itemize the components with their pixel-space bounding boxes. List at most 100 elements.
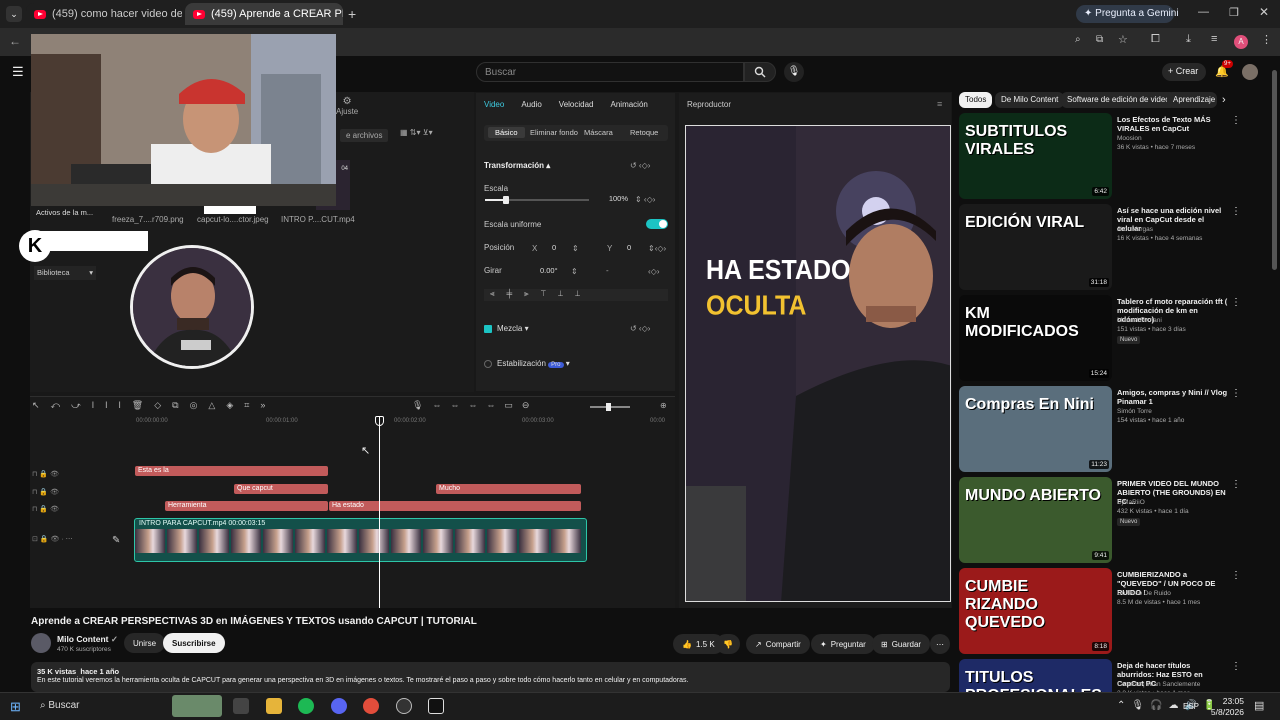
video-channel[interactable]: Moosion (1117, 135, 1142, 142)
rotate-flip-icon[interactable]: - (606, 266, 609, 275)
track-controls[interactable]: ⊓ 🔒 👁 ⊓ 🔒 👁 ⊓ 🔒 👁 (32, 466, 59, 519)
ask-button[interactable]: ✦ Preguntar (811, 634, 875, 654)
create-button[interactable]: + Crear (1162, 63, 1206, 81)
file-explorer-icon[interactable] (266, 698, 282, 714)
subtab-basic[interactable]: Básico (488, 127, 525, 138)
video-channel[interactable]: Conecto | Juan Sanclemente (1117, 681, 1200, 688)
video-thumbnail[interactable]: CUMBIE RIZANDO QUEVEDO 8:18 (959, 568, 1112, 654)
install-icon[interactable]: ⧉ (1096, 34, 1103, 45)
video-title[interactable]: Amigos, compras y Nini // Vlog Pinamar 1 (1117, 388, 1229, 406)
timeline-toolbar[interactable]: ↖⤺⤻ǀǀǀ🗑◇⧉◎△◈⌗» (32, 400, 276, 411)
player-menu-icon[interactable]: ≡ (937, 99, 942, 109)
recommended-video[interactable]: CUMBIE RIZANDO QUEVEDO 8:18 CUMBIERIZANDO … (959, 568, 1269, 654)
video-channel[interactable]: Jhon Vargas (1117, 226, 1153, 233)
align-buttons[interactable]: ⫷╪⫸⊤⊥⊥ (484, 289, 668, 301)
browser-menu-icon[interactable]: ⋮ (1261, 33, 1272, 46)
import-label[interactable]: e archivos (340, 129, 389, 142)
hamburger-menu-icon[interactable]: ☰ (12, 64, 24, 80)
zoom-slider[interactable] (590, 403, 630, 411)
video-title[interactable]: Los Efectos de Texto MÁS VIRALES en CapC… (1117, 115, 1229, 133)
save-button[interactable]: ⊞ Guardar (872, 634, 931, 654)
taskbar-weather-icon[interactable] (172, 695, 222, 717)
main-video-clip[interactable]: INTRO PARA CAPCUT.mp4 00:00:03:15 (134, 518, 587, 562)
video-channel[interactable]: Un Poco De Ruido (1117, 590, 1171, 597)
recommended-video[interactable]: MUNDO ABIERTO 9:41 PRIMER VIDEO DEL MUNDO … (959, 477, 1269, 563)
browser-tab[interactable]: (459) como hacer video de pers ✕ (26, 3, 182, 25)
main-track-controls[interactable]: ⊡ 🔒 👁 · ⋯ (32, 535, 73, 543)
pos-x-field[interactable]: 0 (552, 243, 556, 252)
video-menu-icon[interactable]: ⋮ (1231, 206, 1241, 217)
edit-cover-icon[interactable]: ✎ (112, 535, 120, 546)
recommended-video[interactable]: EDICIÓN VIRAL 31:18 Así se hace una edició… (959, 204, 1269, 290)
join-button[interactable]: Unirse (124, 633, 166, 653)
recommended-video[interactable]: SUBTITULOS VIRALES 6:42 Los Efectos de Tex… (959, 113, 1269, 199)
video-thumbnail[interactable]: SUBTITULOS VIRALES 6:42 (959, 113, 1112, 199)
blend-checkbox[interactable] (484, 325, 492, 333)
chip-software[interactable]: Software de edición de video (1061, 92, 1176, 108)
channel-avatar[interactable] (31, 633, 51, 653)
new-tab-button[interactable]: + (348, 6, 356, 22)
playhead[interactable] (375, 416, 384, 608)
video-menu-icon[interactable]: ⋮ (1231, 661, 1241, 672)
scale-slider-track[interactable] (485, 196, 589, 204)
search-button[interactable] (744, 62, 776, 82)
maximize-button[interactable]: ❐ (1229, 6, 1239, 19)
rotate-stepper-icon[interactable]: ⇕ (571, 267, 578, 276)
notification-center-icon[interactable]: ▤ (1254, 699, 1264, 712)
zoom-icon[interactable]: ⌕ (1075, 34, 1081, 45)
reset-keyframe-icons[interactable]: ↺ ‹◇› (630, 161, 650, 170)
clock[interactable]: 23:05 5/8/2026 (1204, 696, 1244, 718)
text-clip[interactable]: Mucho (436, 484, 581, 494)
stabilize-checkbox[interactable] (484, 360, 492, 368)
search-input[interactable]: Buscar (476, 62, 744, 82)
zoom-slider-handle[interactable] (606, 403, 611, 411)
dislike-button[interactable]: 👎 (716, 634, 740, 654)
chip-channel[interactable]: De Milo Content (995, 92, 1065, 108)
close-window-button[interactable]: ✕ (1259, 5, 1269, 19)
video-thumbnail[interactable]: MUNDO ABIERTO 9:41 (959, 477, 1112, 563)
adjust-tab[interactable]: ⚙ Ajuste (336, 96, 358, 116)
video-channel[interactable]: DjMaRiiO (1117, 499, 1145, 506)
transform-heading[interactable]: Transformación ▴ (484, 161, 550, 170)
video-menu-icon[interactable]: ⋮ (1231, 570, 1241, 581)
profile-avatar[interactable]: A (1234, 35, 1248, 49)
video-menu-icon[interactable]: ⋮ (1231, 388, 1241, 399)
account-avatar[interactable] (1242, 64, 1258, 80)
chrome-icon[interactable] (363, 698, 379, 714)
bookmark-star-icon[interactable]: ☆ (1118, 33, 1128, 46)
video-thumbnail[interactable]: KM MODIFICADOS 15:24 (959, 295, 1112, 381)
tab-speed[interactable]: Velocidad (559, 100, 594, 109)
gemini-button[interactable]: ✦ Pregunta a Gemini (1076, 5, 1179, 23)
video-channel[interactable]: Manuel Firmani (1117, 317, 1162, 324)
back-icon[interactable]: ← (9, 34, 21, 48)
pos-y-field[interactable]: 0 (627, 243, 631, 252)
spotify-icon[interactable] (298, 698, 314, 714)
tab-audio[interactable]: Audio (521, 100, 541, 109)
minimize-button[interactable]: — (1198, 6, 1209, 18)
video-thumbnail[interactable]: TITULOS PROFESIONALES (959, 659, 1112, 692)
player-video[interactable]: HA ESTADO OCULTA (685, 125, 951, 602)
subtab-remove-bg[interactable]: Eliminar fondo (530, 128, 578, 137)
extensions-icon[interactable]: ⧠ (1151, 33, 1160, 46)
rotate-keyframe-icon[interactable]: ‹◇› (648, 267, 659, 276)
sidebar-title[interactable]: Activos de la m... (36, 208, 93, 217)
start-button-icon[interactable]: ⊞ (10, 699, 21, 715)
text-clip[interactable]: Ha estado (329, 501, 581, 511)
text-clip[interactable]: Herramienta (165, 501, 328, 511)
video-thumbnail[interactable]: Compras En Nini 11:23 (959, 386, 1112, 472)
video-menu-icon[interactable]: ⋮ (1231, 115, 1241, 126)
subtab-retouch[interactable]: Retoque (630, 128, 658, 137)
task-view-icon[interactable] (233, 698, 249, 714)
page-scrollbar[interactable] (1272, 70, 1277, 270)
library-item[interactable]: Biblioteca ▾ (34, 266, 96, 280)
stabilize-label[interactable]: Estabilización Pro ▾ (497, 359, 570, 368)
recommended-video[interactable]: Compras En Nini 11:23 Amigos, compras y Ni… (959, 386, 1269, 472)
pos-x-stepper-icon[interactable]: ⇕ (572, 244, 579, 253)
scale-stepper-icon[interactable]: ⇕ ‹◇› (635, 195, 655, 204)
video-thumbnail[interactable]: EDICIÓN VIRAL 31:18 (959, 204, 1112, 290)
tab-video[interactable]: Video (484, 100, 504, 109)
obs-icon[interactable] (396, 698, 412, 714)
browser-tab-active[interactable]: (459) Aprende a CREAR PERS 🔊 ✕ (185, 3, 343, 25)
video-channel[interactable]: Simón Torre (1117, 408, 1152, 415)
uniform-scale-toggle[interactable] (646, 219, 668, 229)
